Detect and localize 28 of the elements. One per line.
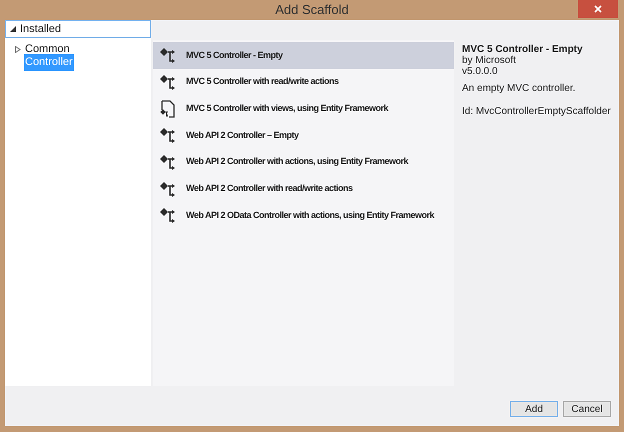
details-version: v5.0.0.0	[462, 66, 499, 77]
template-item[interactable]: Web API 2 OData Controller with actions, using Entity Framework	[153, 202, 454, 229]
template-item[interactable]: Web API 2 Controller with actions, using Entity Framework	[153, 148, 454, 176]
collapse-icon	[10, 26, 16, 32]
controller-icon	[159, 206, 177, 224]
close-icon	[594, 5, 602, 13]
details-author: by Microsoft	[462, 55, 517, 66]
document-icon	[159, 100, 177, 118]
template-item[interactable]: Web API 2 Controller – Empty	[153, 122, 454, 149]
controller-icon	[159, 46, 177, 64]
template-item[interactable]: MVC 5 Controller with views, using Entity Framework	[153, 95, 454, 122]
window-title: Add Scaffold	[275, 1, 349, 20]
add-button[interactable]: Add	[510, 401, 558, 417]
tree-label: Installed	[20, 22, 61, 37]
details-id: Id: MvcControllerEmptyScaffolder	[462, 106, 612, 117]
tree-header[interactable]: Installed	[5, 20, 151, 38]
controller-icon	[159, 126, 177, 144]
close-button[interactable]	[578, 0, 618, 18]
cancel-button[interactable]: Cancel	[563, 401, 611, 417]
controller-icon	[159, 153, 177, 172]
expand-icon[interactable]	[15, 46, 21, 53]
details-description: An empty MVC controller.	[462, 83, 576, 94]
template-item[interactable]: MVC 5 Controller with read/write actions	[153, 68, 454, 96]
controller-icon	[159, 180, 177, 198]
controller-icon	[159, 73, 177, 92]
template-item[interactable]: MVC 5 Controller - Empty	[153, 42, 454, 69]
template-item[interactable]: Web API 2 Controller with read/write actions	[153, 175, 454, 202]
details-title: MVC 5 Controller - Empty	[462, 44, 584, 55]
